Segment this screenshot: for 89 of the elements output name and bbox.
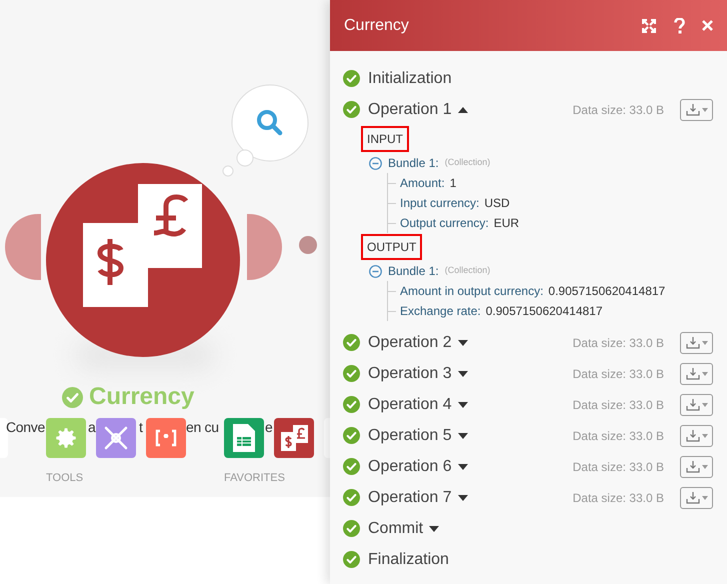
check-circle-icon — [343, 396, 360, 413]
brackets-tool[interactable] — [146, 418, 186, 458]
download-button[interactable] — [680, 456, 713, 478]
field-value: 0.9057150620414817 — [548, 283, 666, 300]
stage-toggle[interactable]: Initialization — [368, 66, 452, 90]
expand-icon[interactable] — [642, 18, 656, 32]
brackets-icon — [155, 429, 177, 447]
connector-stub — [5, 214, 41, 280]
download-button[interactable] — [680, 332, 713, 354]
bundle-label: Bundle 1: — [388, 263, 439, 280]
field-key: Amount: — [400, 174, 445, 192]
download-button[interactable] — [680, 394, 713, 416]
field-key: Input currency: — [400, 194, 480, 212]
stage-toggle[interactable]: Commit — [368, 516, 440, 540]
check-circle-icon — [343, 101, 360, 118]
field-value: EUR — [494, 215, 520, 232]
check-circle-icon — [343, 551, 360, 568]
description-text: a — [88, 418, 96, 436]
check-circle-icon — [343, 70, 360, 87]
section-label: INPUT — [361, 126, 409, 152]
module-title: Currency — [89, 383, 194, 411]
currency-notes-icon — [278, 423, 310, 453]
data-size: Data size: 33.0 B — [572, 102, 664, 118]
stage-toggle[interactable]: Operation 1 — [368, 98, 468, 122]
caret-down-icon — [702, 434, 708, 438]
data-size: Data size: 33.0 B — [572, 490, 664, 506]
download-button[interactable] — [680, 424, 713, 446]
data-size: Data size: 33.0 B — [572, 458, 664, 476]
caret-down-icon — [702, 496, 708, 500]
download-icon — [686, 103, 700, 116]
download-icon — [686, 336, 700, 349]
stage-toggle[interactable]: Finalization — [368, 548, 449, 572]
caret-down-icon — [702, 372, 708, 376]
field-value: 0.9057150620414817 — [486, 303, 603, 320]
collapse-icon[interactable] — [369, 264, 382, 278]
description-text: e — [265, 418, 272, 436]
caret-down-icon — [702, 108, 708, 112]
check-circle-icon — [62, 386, 83, 408]
stage-toggle[interactable]: Operation 3 — [368, 362, 468, 386]
bundle-type: (Collection) — [444, 264, 490, 278]
description-text: t — [139, 418, 143, 436]
section-label: OUTPUT — [361, 234, 422, 260]
check-circle-icon — [343, 489, 360, 506]
panel-title: Currency — [344, 16, 410, 36]
stage-toggle[interactable]: Operation 4 — [368, 392, 468, 416]
data-size: Data size: 33.0 B — [572, 334, 664, 352]
currency-module-icon[interactable] — [46, 163, 240, 357]
download-button[interactable] — [680, 362, 713, 384]
download-icon — [686, 460, 700, 473]
download-icon — [686, 491, 700, 504]
description-text: en cu — [186, 418, 219, 436]
bundle-label: Bundle 1: — [388, 155, 439, 172]
close-icon[interactable] — [702, 20, 713, 31]
download-icon — [686, 398, 700, 411]
caret-down-icon — [702, 402, 708, 406]
check-circle-icon — [343, 458, 360, 475]
download-button[interactable] — [680, 486, 713, 508]
field-key: Exchange rate: — [400, 302, 481, 320]
field-value: 1 — [450, 175, 456, 192]
thought-bubble[interactable] — [222, 84, 310, 178]
collapse-icon[interactable] — [369, 156, 382, 170]
field-key: Amount in output currency: — [400, 282, 544, 300]
stage-toggle[interactable]: Operation 2 — [368, 330, 468, 354]
data-size: Data size: 33.0 B — [572, 366, 664, 382]
stage-toggle[interactable]: Operation 5 — [368, 424, 468, 448]
download-button[interactable] — [680, 98, 713, 120]
data-size: Data size: 33.0 B — [572, 396, 664, 414]
check-circle-icon — [343, 365, 360, 382]
caret-down-icon — [702, 464, 708, 468]
currency-tool[interactable] — [274, 418, 314, 458]
help-icon[interactable] — [674, 18, 685, 34]
data-size: Data size: 33.0 B — [572, 428, 664, 444]
spreadsheet-tool[interactable] — [224, 418, 264, 458]
group-label: FAVORITES — [224, 471, 285, 485]
download-icon — [686, 429, 700, 442]
check-circle-icon — [343, 520, 360, 537]
check-circle-icon — [343, 334, 360, 351]
stage-toggle[interactable]: Operation 6 — [368, 454, 468, 478]
stage-toggle[interactable]: Operation 7 — [368, 486, 468, 510]
caret-down-icon — [702, 340, 708, 344]
description-text: Conve — [6, 418, 45, 436]
field-key: Output currency: — [400, 214, 489, 232]
tools-tool[interactable] — [96, 418, 136, 458]
spreadsheet-icon — [233, 424, 255, 452]
bundle-type: (Collection) — [444, 156, 490, 170]
check-circle-icon — [343, 427, 360, 444]
field-value: USD — [484, 195, 510, 212]
download-icon — [686, 367, 700, 380]
group-label: TOOLS — [46, 471, 84, 485]
